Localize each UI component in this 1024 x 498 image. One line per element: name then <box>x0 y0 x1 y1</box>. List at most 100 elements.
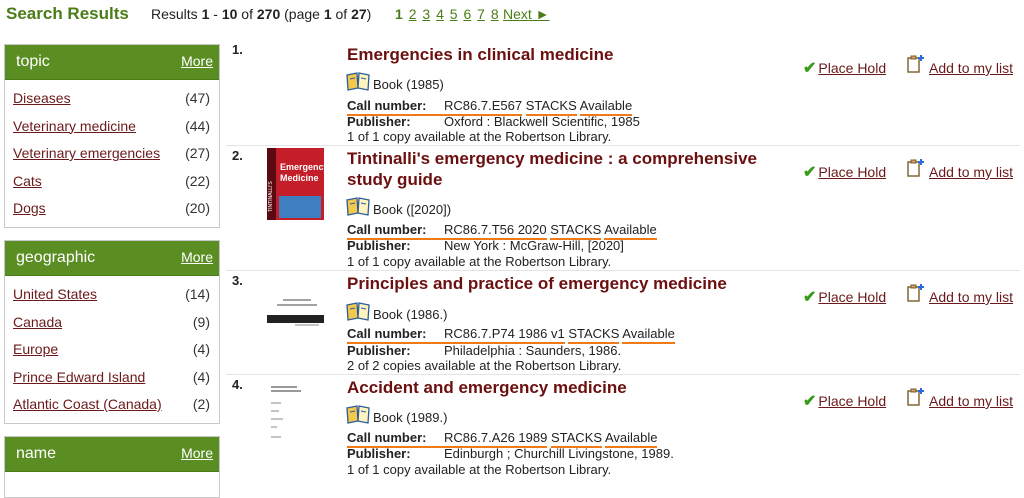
result-title-link[interactable]: Accident and emergency medicine <box>347 377 767 398</box>
cover-title-2: Medicine <box>280 173 319 183</box>
facet-link[interactable]: Veterinary emergencies <box>13 145 160 161</box>
facet-list: Diseases (47) Veterinary medicine (44) Vet… <box>5 80 219 228</box>
result-format: Book (1986.) <box>346 301 448 322</box>
place-hold-link[interactable]: Place Hold <box>818 393 886 409</box>
facet-link[interactable]: Prince Edward Island <box>13 369 145 385</box>
page-link-3[interactable]: 3 <box>422 6 430 22</box>
checkmark-icon: ✔ <box>803 289 817 306</box>
facet-header: topic More <box>5 45 219 80</box>
result-format: Book ([2020]) <box>346 196 451 219</box>
facet-item: Canada (9) <box>13 310 211 338</box>
add-to-list-icon <box>907 387 925 410</box>
publisher-label: Publisher: <box>347 114 411 129</box>
page-open: (page <box>280 6 324 22</box>
pagination: 1 2 3 4 5 6 7 8 <box>395 6 501 22</box>
range-end: 10 <box>221 6 238 22</box>
place-hold: ✔ Place Hold <box>803 391 886 411</box>
facet-more-link[interactable]: More <box>181 445 213 461</box>
page-link-2[interactable]: 2 <box>409 6 417 22</box>
cover-title-1: Emergency <box>280 162 329 172</box>
add-to-list-link[interactable]: Add to my list <box>929 393 1013 409</box>
facet-more-link[interactable]: More <box>181 249 213 265</box>
facet-count: (4) <box>192 368 210 385</box>
facet-header: name More <box>5 437 219 472</box>
result-number: 3. <box>232 273 243 288</box>
result-title-link[interactable]: Tintinalli's emergency medicine : a comp… <box>347 148 767 190</box>
format-label: Book (1985) <box>373 77 444 92</box>
facet-item: Dogs (20) <box>13 196 211 224</box>
facet-link[interactable]: United States <box>13 286 97 302</box>
book-icon <box>346 71 370 94</box>
facet-count: (22) <box>185 172 210 189</box>
checkmark-icon: ✔ <box>803 60 817 77</box>
facet-item: Veterinary emergencies (27) <box>13 141 211 169</box>
page-total: 27 <box>351 6 367 22</box>
of-text: of <box>237 6 257 22</box>
publisher: Edinburgh ; Churchill Livingstone, 1989. <box>444 446 674 461</box>
facet-item: Cats (22) <box>13 169 211 197</box>
availability: 1 of 1 copy available at the Robertson L… <box>347 462 612 477</box>
place-hold-link[interactable]: Place Hold <box>818 164 886 180</box>
facet-item: Veterinary medicine (44) <box>13 114 211 142</box>
place-hold-link[interactable]: Place Hold <box>818 289 886 305</box>
facet-name: name More <box>4 436 220 498</box>
status: Available <box>622 326 675 344</box>
add-to-list-link[interactable]: Add to my list <box>929 60 1013 76</box>
book-cover: TINTINALLI'S Emergency Medicine <box>267 148 329 220</box>
checkmark-icon: ✔ <box>803 393 817 410</box>
result-item: 3. Principles and practice of emergency … <box>226 271 1020 375</box>
page-link-7[interactable]: 7 <box>477 6 485 22</box>
add-to-list: Add to my list <box>907 54 1013 77</box>
format-label: Book (1986.) <box>373 307 448 322</box>
current-page-num: 1 <box>323 6 332 22</box>
facet-link[interactable]: Atlantic Coast (Canada) <box>13 396 162 412</box>
facet-count: (20) <box>185 200 210 216</box>
facet-geographic: geographic More United States (14) Canada… <box>4 240 220 424</box>
page-link-6[interactable]: 6 <box>463 6 471 22</box>
facet-item: Atlantic Coast (Canada) (2) <box>13 392 211 420</box>
results-prefix: Results <box>151 6 202 22</box>
add-to-list-icon <box>907 54 925 77</box>
result-format: Book (1985) <box>346 71 444 94</box>
facet-title: geographic <box>16 249 96 266</box>
availability: 1 of 1 copy available at the Robertson L… <box>347 129 612 144</box>
results-total: 270 <box>256 6 281 22</box>
add-to-list-link[interactable]: Add to my list <box>929 289 1013 305</box>
results-summary: Results 1 - 10 of 270 (page 1 of 27) <box>151 6 371 22</box>
facet-link[interactable]: Dogs <box>13 200 46 216</box>
facet-link[interactable]: Diseases <box>13 90 71 106</box>
place-hold: ✔ Place Hold <box>803 162 886 182</box>
publisher-line: Publisher: New York : McGraw-Hill, [2020] <box>347 238 624 253</box>
next-page-link[interactable]: Next ► <box>503 6 550 22</box>
facet-count: (47) <box>185 90 210 106</box>
facet-link[interactable]: Veterinary medicine <box>13 118 136 134</box>
page-close: ) <box>366 6 372 22</box>
facet-count: (44) <box>185 117 210 134</box>
result-title-link[interactable]: Principles and practice of emergency med… <box>347 273 767 294</box>
facet-title: name <box>16 445 57 462</box>
facet-more-link[interactable]: More <box>181 53 213 69</box>
facet-link[interactable]: Cats <box>13 173 42 189</box>
page-link-5[interactable]: 5 <box>450 6 458 22</box>
result-item: 4. Accident and emergency medicine Book … <box>226 375 1020 479</box>
range-sep: - <box>209 6 222 22</box>
result-number: 2. <box>232 148 243 163</box>
location: STACKS <box>568 326 620 344</box>
book-icon <box>346 196 370 219</box>
result-title-link[interactable]: Emergencies in clinical medicine <box>347 44 767 65</box>
publisher-line: Publisher: Philadelphia : Saunders, 1986. <box>347 343 621 358</box>
page-link-4[interactable]: 4 <box>436 6 444 22</box>
add-to-list-link[interactable]: Add to my list <box>929 164 1013 180</box>
page-link-8[interactable]: 8 <box>491 6 499 22</box>
publisher-label: Publisher: <box>347 446 411 461</box>
add-to-list: Add to my list <box>907 283 1013 306</box>
place-hold-link[interactable]: Place Hold <box>818 60 886 76</box>
facet-link[interactable]: Europe <box>13 341 58 357</box>
publisher-line: Publisher: Oxford : Blackwell Scientific,… <box>347 114 640 129</box>
facet-count: (2) <box>192 396 210 412</box>
facet-link[interactable]: Canada <box>13 314 62 330</box>
page-of: of <box>331 6 352 22</box>
facet-title: topic <box>16 53 50 70</box>
page-link-1[interactable]: 1 <box>395 6 403 22</box>
availability: 2 of 2 copies available at the Robertson… <box>347 358 622 373</box>
